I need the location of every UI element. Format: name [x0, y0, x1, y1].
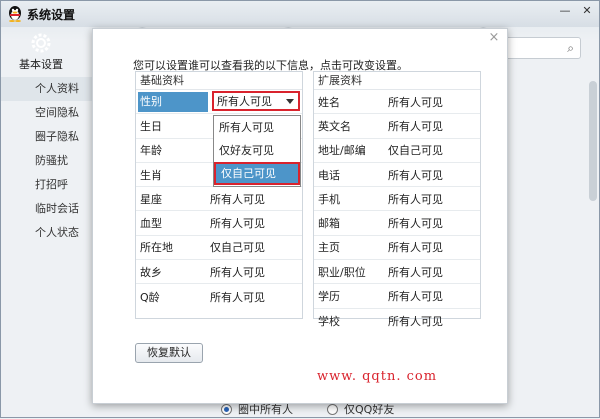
field-label: 手机	[318, 192, 340, 206]
field-value: 所有人可见	[210, 217, 265, 231]
table-row[interactable]: Q龄 所有人可见	[136, 284, 302, 308]
sidebar-item-greeting[interactable]: 打招呼	[1, 173, 93, 197]
field-label: 邮箱	[318, 217, 340, 231]
window-close-button[interactable]: ✕	[579, 4, 595, 18]
table-row[interactable]: 学历 所有人可见	[314, 284, 480, 309]
field-value: 仅自己可见	[210, 241, 265, 255]
field-label: 职业/职位	[318, 265, 366, 279]
field-value: 所有人可见	[388, 192, 443, 206]
table-row[interactable]: 性别 所有人可见	[136, 90, 302, 115]
field-value: 所有人可见	[210, 265, 265, 279]
visibility-select[interactable]: 所有人可见	[212, 91, 300, 111]
field-label: 学校	[318, 314, 340, 328]
sidebar-item-anti-harassment[interactable]: 防骚扰	[1, 149, 93, 173]
field-value: 所有人可见	[388, 217, 443, 231]
privacy-dialog: × 您可以设置谁可以查看我的以下信息，点击可改变设置。 基础资料 性别 所有人可…	[92, 28, 508, 404]
table-row[interactable]: 手机 所有人可见	[314, 187, 480, 212]
dropdown-option-everyone[interactable]: 所有人可见	[214, 116, 300, 139]
field-value: 所有人可见	[388, 168, 443, 182]
sidebar-heading: 基本设置	[19, 58, 63, 71]
extended-info-title: 扩展资料	[314, 72, 480, 90]
table-row[interactable]: 血型 所有人可见	[136, 211, 302, 236]
dropdown-option-friends[interactable]: 仅好友可见	[214, 139, 300, 162]
table-row[interactable]: 姓名 所有人可见	[314, 90, 480, 115]
field-label: 故乡	[140, 265, 162, 279]
field-value: 所有人可见	[388, 119, 443, 133]
field-value: 仅自己可见	[388, 144, 443, 158]
table-row[interactable]: 英文名 所有人可见	[314, 114, 480, 139]
sidebar-item-space-privacy[interactable]: 空间隐私	[1, 101, 93, 125]
chevron-down-icon[interactable]	[286, 99, 294, 104]
gear-icon	[31, 33, 51, 53]
extended-info-panel: 扩展资料 姓名 所有人可见 英文名 所有人可见 地址/邮编 仅自己可见 电话 所…	[313, 71, 481, 328]
table-row[interactable]: 电话 所有人可见	[314, 163, 480, 188]
field-label: 地址/邮编	[318, 144, 366, 158]
field-label: 所在地	[140, 241, 173, 255]
field-value: 所有人可见	[388, 290, 443, 304]
select-value: 所有人可见	[217, 95, 272, 108]
field-label: 姓名	[318, 95, 340, 109]
field-label: 星座	[140, 192, 162, 206]
field-label: 英文名	[318, 119, 351, 133]
table-row[interactable]: 主页 所有人可见	[314, 236, 480, 261]
field-label: 电话	[318, 168, 340, 182]
restore-default-button[interactable]: 恢复默认	[135, 343, 203, 363]
field-label: Q龄	[140, 290, 160, 304]
field-label: 主页	[318, 241, 340, 255]
field-value: 所有人可见	[388, 241, 443, 255]
radio-checked-icon	[221, 403, 232, 415]
scrollbar[interactable]	[589, 81, 597, 201]
table-row[interactable]: 星座 所有人可见	[136, 187, 302, 212]
sidebar-item-temp-chat[interactable]: 临时会话	[1, 197, 93, 221]
field-value: 所有人可见	[388, 314, 443, 328]
field-label: 年龄	[140, 144, 162, 158]
minimize-button[interactable]: —	[557, 4, 573, 18]
table-row[interactable]: 地址/邮编 仅自己可见	[314, 139, 480, 163]
field-value: 所有人可见	[210, 290, 265, 304]
field-label: 性别	[138, 91, 208, 112]
field-value: 所有人可见	[388, 95, 443, 109]
field-label: 生日	[140, 119, 162, 133]
sidebar: 基本设置 个人资料 空间隐私 圈子隐私 防骚扰 打招呼 临时会话 个人状态	[1, 1, 93, 419]
field-label: 学历	[318, 290, 340, 304]
table-row[interactable]: 职业/职位 所有人可见	[314, 260, 480, 285]
visibility-dropdown-list: 所有人可见 仅好友可见 仅自己可见	[213, 115, 301, 187]
dropdown-option-self[interactable]: 仅自己可见	[214, 162, 300, 185]
sidebar-item-status[interactable]: 个人状态	[1, 221, 93, 245]
table-row[interactable]: 邮箱 所有人可见	[314, 211, 480, 236]
field-label: 血型	[140, 217, 162, 231]
search-icon[interactable]: ⌕	[567, 41, 574, 56]
table-row[interactable]: 所在地 仅自己可见	[136, 236, 302, 261]
table-row[interactable]: 故乡 所有人可见	[136, 260, 302, 285]
sidebar-item-profile[interactable]: 个人资料	[1, 77, 93, 101]
dialog-close-button[interactable]: ×	[487, 31, 501, 45]
field-label: 生肖	[140, 168, 162, 182]
field-value: 所有人可见	[210, 192, 265, 206]
radio-unchecked-icon	[327, 403, 338, 415]
basic-info-title: 基础资料	[136, 72, 302, 90]
basic-info-panel: 基础资料 性别 所有人可见 生日 年龄 生肖 星座 所有人可见 血型 所有人可见	[135, 71, 303, 319]
watermark: www. qqtn. com	[317, 369, 438, 384]
table-row[interactable]: 学校 所有人可见	[314, 309, 480, 333]
sidebar-item-circle-privacy[interactable]: 圈子隐私	[1, 125, 93, 149]
field-value: 所有人可见	[388, 265, 443, 279]
